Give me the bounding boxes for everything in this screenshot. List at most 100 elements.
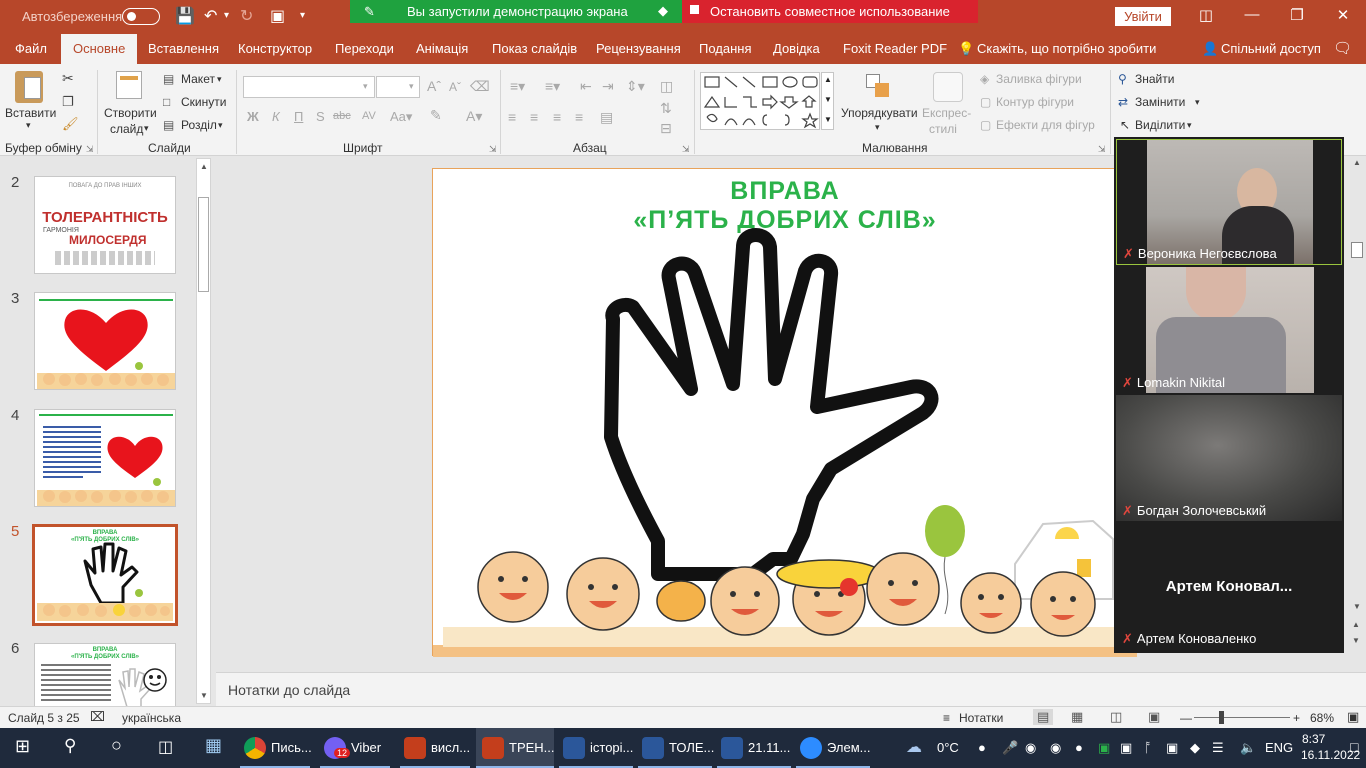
tray-zoom2-icon[interactable]: ◉ bbox=[1050, 740, 1061, 756]
shadow-button[interactable]: S bbox=[316, 109, 325, 124]
taskbar-app-ppt1[interactable]: висл... bbox=[431, 740, 470, 755]
font-size-dropdown-icon[interactable]: ▾ bbox=[409, 81, 414, 92]
font-launcher-icon[interactable]: ⇲ bbox=[489, 144, 497, 155]
tray-app-icon[interactable]: ● bbox=[1075, 740, 1083, 755]
redo-icon[interactable]: ↻ bbox=[240, 6, 253, 26]
signin-button[interactable]: Увійти bbox=[1115, 7, 1171, 26]
taskbar-app-ppt2[interactable]: ТРЕН... bbox=[509, 740, 555, 755]
spellcheck-icon[interactable]: ⌧ bbox=[90, 709, 105, 725]
tray-app2-icon[interactable]: ▣ bbox=[1120, 740, 1132, 756]
word-icon[interactable] bbox=[563, 737, 585, 759]
prev-slide-icon[interactable]: ▲ bbox=[1352, 620, 1360, 629]
underline-button[interactable]: П bbox=[294, 109, 303, 124]
section-button[interactable]: Розділ bbox=[181, 118, 217, 132]
select-button[interactable]: Виділити bbox=[1135, 118, 1185, 132]
align-text-icon[interactable]: ⊟ bbox=[660, 120, 672, 137]
clear-format-icon[interactable]: ⌫ bbox=[470, 78, 490, 95]
tray-video-icon[interactable]: ◉ bbox=[1025, 740, 1036, 756]
taskbar-app-word2[interactable]: ТОЛЕ... bbox=[669, 740, 714, 755]
slideshow-view-icon[interactable]: ▣ bbox=[1148, 709, 1160, 725]
fit-to-window-icon[interactable]: ▣ bbox=[1347, 709, 1359, 725]
zoom-out-icon[interactable]: — bbox=[1180, 711, 1192, 725]
slide-thumbnail-3[interactable] bbox=[34, 292, 176, 390]
share-button[interactable]: Спільний доступ bbox=[1221, 41, 1321, 56]
customize-toolbar-icon[interactable]: ▾ bbox=[300, 10, 305, 21]
participant-tile[interactable]: ✗Богдан Золочевський bbox=[1116, 395, 1342, 521]
tab-file[interactable]: Файл bbox=[15, 41, 47, 56]
notes-toggle-button[interactable]: Нотатки bbox=[959, 711, 1003, 725]
tab-transitions[interactable]: Переходи bbox=[335, 41, 394, 56]
scroll-up-icon[interactable]: ▲ bbox=[200, 162, 208, 171]
undo-icon[interactable]: ↶ bbox=[204, 6, 217, 26]
cut-icon[interactable]: ✂ bbox=[62, 70, 74, 87]
tab-slideshow[interactable]: Показ слайдів bbox=[492, 41, 577, 56]
tab-view[interactable]: Подання bbox=[699, 41, 752, 56]
clock-time[interactable]: 8:37 bbox=[1302, 732, 1325, 746]
reading-view-icon[interactable]: ◫ bbox=[1110, 709, 1122, 725]
new-slide-icon[interactable] bbox=[116, 71, 142, 99]
shape-effects-button[interactable]: Ефекти для фігур bbox=[996, 118, 1095, 132]
current-slide[interactable]: ВПРАВА «П’ЯТЬ ДОБРИХ СЛІВ» bbox=[432, 168, 1136, 656]
align-left-icon[interactable]: ≡ bbox=[508, 109, 516, 125]
shapes-gallery-scroll[interactable]: ▲ ▼ ▼ bbox=[821, 72, 834, 130]
quick-styles-icon[interactable] bbox=[933, 72, 963, 102]
tray-zoom-icon[interactable]: ● bbox=[978, 740, 986, 755]
shapes-gallery[interactable] bbox=[700, 72, 820, 130]
zoom-in-icon[interactable]: + bbox=[1293, 711, 1300, 725]
thumbnails-scrollbar[interactable]: ▲ ▼ bbox=[196, 158, 211, 704]
align-center-icon[interactable]: ≡ bbox=[530, 109, 538, 125]
shape-outline-button[interactable]: Контур фігури bbox=[996, 95, 1074, 109]
zoom-level[interactable]: 68% bbox=[1310, 711, 1334, 725]
clipboard-launcher-icon[interactable]: ⇲ bbox=[86, 144, 94, 155]
char-spacing-button[interactable]: AV bbox=[362, 110, 376, 122]
tab-home[interactable]: Основне bbox=[61, 34, 137, 64]
tray-app3-icon[interactable]: ▣ bbox=[1166, 740, 1178, 756]
save-icon[interactable]: 💾 bbox=[175, 6, 195, 26]
editor-scroll-thumb[interactable] bbox=[1351, 242, 1363, 258]
tell-me-search[interactable]: Скажіть, що потрібно зробити bbox=[977, 41, 1156, 56]
taskbar-app-chrome[interactable]: Пись... bbox=[271, 740, 312, 755]
slide-thumbnail-4[interactable] bbox=[34, 409, 176, 507]
network-icon[interactable]: ☰ bbox=[1212, 740, 1224, 756]
editor-scroll-up-icon[interactable]: ▲ bbox=[1353, 158, 1361, 167]
volume-icon[interactable]: 🔈 bbox=[1240, 740, 1256, 756]
maximize-icon[interactable]: ❐ bbox=[1274, 6, 1320, 24]
replace-button[interactable]: Замінити bbox=[1135, 95, 1185, 109]
layout-button[interactable]: Макет bbox=[181, 72, 215, 86]
cortana-icon[interactable]: ○ bbox=[111, 735, 122, 756]
next-slide-icon[interactable]: ▼ bbox=[1352, 636, 1360, 645]
font-color-icon[interactable]: A▾ bbox=[466, 108, 482, 125]
input-language[interactable]: ENG bbox=[1265, 740, 1293, 755]
weather-icon[interactable]: ☁ bbox=[906, 737, 922, 757]
numbering-icon[interactable]: ≡▾ bbox=[545, 78, 560, 95]
weather-temp[interactable]: 0°C bbox=[937, 740, 959, 755]
tray-app4-icon[interactable]: ◆ bbox=[1190, 740, 1200, 756]
tray-green-icon[interactable]: ▣ bbox=[1098, 740, 1110, 756]
taskbar-app-zoom[interactable]: Элем... bbox=[827, 740, 871, 755]
normal-view-icon[interactable]: ▤ bbox=[1033, 709, 1053, 725]
replace-dropdown-icon[interactable]: ▾ bbox=[1195, 97, 1200, 108]
task-view-icon[interactable]: ◫ bbox=[158, 737, 173, 757]
slide-sorter-icon[interactable]: ▦ bbox=[1071, 709, 1083, 725]
tab-review[interactable]: Рецензування bbox=[596, 41, 681, 56]
scroll-down-icon[interactable]: ▼ bbox=[200, 691, 208, 700]
slide-thumbnail-6[interactable]: ВПРАВА «П'ЯТЬ ДОБРИХ СЛІВ» bbox=[34, 643, 176, 707]
participant-tile[interactable]: Артем Коновал... ✗Артем Коноваленко bbox=[1116, 523, 1342, 649]
ribbon-display-icon[interactable]: ◫ bbox=[1183, 6, 1229, 24]
zoom-slider-handle[interactable] bbox=[1219, 711, 1224, 724]
quick-styles-button[interactable]: Експрес- bbox=[922, 106, 971, 120]
taskbar-app-word3[interactable]: 21.11... bbox=[748, 740, 790, 755]
word-icon[interactable] bbox=[642, 737, 664, 759]
tray-mic-icon[interactable]: 🎤 bbox=[1002, 740, 1018, 756]
taskbar-app-word1[interactable]: історі... bbox=[590, 740, 633, 755]
taskbar-app-viber[interactable]: Viber bbox=[351, 740, 381, 755]
font-name-box[interactable] bbox=[243, 76, 375, 98]
tab-animations[interactable]: Анімація bbox=[416, 41, 468, 56]
justify-icon[interactable]: ≡ bbox=[575, 109, 583, 125]
participant-tile[interactable]: ✗Lomakin Nikital bbox=[1116, 267, 1342, 393]
bold-button[interactable]: Ж bbox=[247, 109, 259, 124]
highlight-icon[interactable]: ✎ bbox=[430, 107, 442, 124]
word-icon[interactable] bbox=[721, 737, 743, 759]
stop-share-button[interactable]: Остановить совместное использование bbox=[682, 0, 978, 23]
change-case-icon[interactable]: Aa▾ bbox=[390, 109, 412, 125]
